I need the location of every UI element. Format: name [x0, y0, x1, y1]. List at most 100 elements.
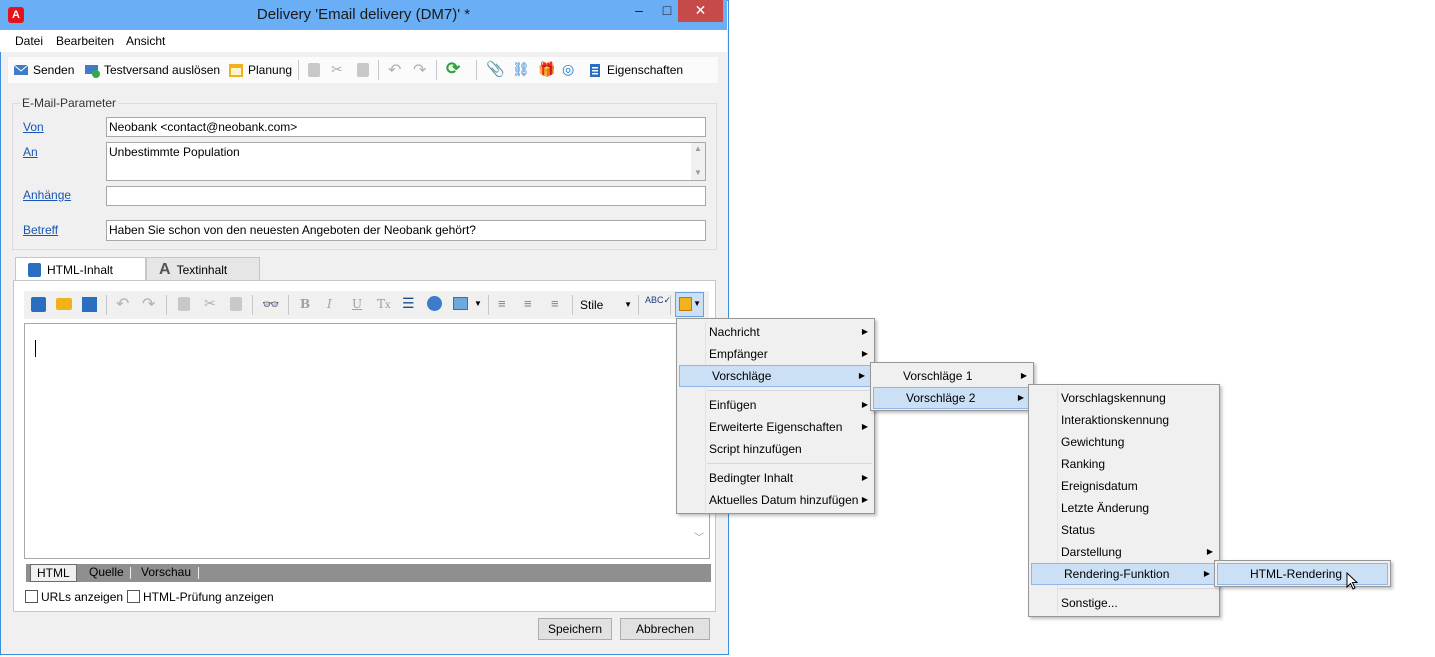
globe-link-icon[interactable]: [427, 296, 442, 311]
menu-item-conditional-content[interactable]: Bedingter Inhalt ▶: [677, 467, 874, 489]
envelope-icon: [13, 64, 29, 75]
styles-select[interactable]: Stile ▼: [576, 295, 635, 315]
bullet-list-icon[interactable]: ☰: [402, 295, 415, 312]
menu-separator: [707, 463, 872, 464]
cancel-button[interactable]: Abbrechen: [620, 618, 710, 640]
menu-item-label: Ereignisdatum: [1061, 479, 1138, 493]
menu-item-recipient[interactable]: Empfänger ▶: [677, 343, 874, 365]
submenu-arrow-icon: ▶: [861, 349, 868, 358]
copy-icon[interactable]: [178, 297, 190, 311]
menu-item-add-script[interactable]: Script hinzufügen: [677, 438, 874, 460]
menu-bearbeiten[interactable]: Bearbeiten: [56, 34, 114, 48]
chevron-down-icon: ▼: [693, 299, 701, 308]
personalization-button[interactable]: ▼: [675, 292, 704, 317]
align-left-icon[interactable]: ≡: [498, 296, 506, 311]
paste-icon[interactable]: [357, 63, 369, 77]
tab-source[interactable]: Quelle: [83, 564, 130, 582]
menu-item-html-rendering[interactable]: HTML-Rendering: [1217, 563, 1388, 585]
menu-item-event-date[interactable]: Ereignisdatum: [1029, 475, 1219, 497]
menu-item-label: Darstellung: [1061, 545, 1122, 559]
close-button[interactable]: ✕: [678, 0, 723, 22]
planning-label: Planung: [248, 63, 293, 77]
image-icon[interactable]: [453, 297, 468, 310]
subject-field[interactable]: Haben Sie schon von den neuesten Angebot…: [106, 220, 706, 241]
menu-item-label: Bedingter Inhalt: [709, 471, 794, 485]
html-editor[interactable]: [24, 323, 710, 559]
menu-item-offers[interactable]: Vorschläge ▶: [679, 365, 872, 387]
menu-item-weight[interactable]: Gewichtung: [1029, 431, 1219, 453]
link-icon[interactable]: ⛓: [512, 61, 530, 78]
to-field[interactable]: Unbestimmte Population: [106, 142, 706, 181]
copy-icon[interactable]: [308, 63, 320, 77]
paste-icon[interactable]: [230, 297, 242, 311]
properties-button[interactable]: Eigenschaften: [587, 62, 683, 78]
from-link[interactable]: Von: [23, 120, 44, 134]
test-send-label: Testversand auslösen: [104, 63, 221, 77]
target-icon[interactable]: ◎: [562, 61, 574, 78]
attachments-link[interactable]: Anhänge: [23, 188, 71, 202]
to-link[interactable]: An: [23, 145, 38, 159]
redo-icon[interactable]: ↷: [142, 294, 155, 314]
menu-item-rendering-function[interactable]: Rendering-Funktion ▶: [1031, 563, 1217, 585]
menu-ansicht[interactable]: Ansicht: [126, 34, 165, 48]
menu-item-offers-2[interactable]: Vorschläge 2 ▶: [873, 387, 1031, 409]
cut-icon[interactable]: ✂: [331, 61, 343, 78]
menu-item-status[interactable]: Status: [1029, 519, 1219, 541]
menu-datei[interactable]: Datei: [15, 34, 43, 48]
planning-button[interactable]: Planung: [228, 62, 292, 78]
align-center-icon[interactable]: ≡: [524, 296, 532, 311]
menu-item-offer-id[interactable]: Vorschlagskennung: [1029, 387, 1219, 409]
undo-icon[interactable]: ↶: [388, 60, 401, 80]
spellcheck-icon[interactable]: ABC✓: [645, 295, 671, 306]
menu-item-add-current-date[interactable]: Aktuelles Datum hinzufügen ▶: [677, 489, 874, 511]
underline-icon[interactable]: U: [352, 297, 362, 311]
text-style-icon[interactable]: Tx: [377, 297, 391, 311]
submenu-arrow-icon: ▶: [861, 422, 868, 431]
menu-item-other[interactable]: Sonstige...: [1029, 592, 1219, 614]
open-folder-icon[interactable]: [56, 298, 72, 310]
gift-icon[interactable]: 🎁: [538, 61, 555, 78]
menu-item-label: Gewichtung: [1061, 435, 1125, 449]
refresh-icon[interactable]: ⟳: [446, 59, 460, 79]
attachment-icon[interactable]: 📎: [486, 60, 505, 78]
tab-html[interactable]: HTML: [30, 564, 77, 582]
menu-item-ranking[interactable]: Ranking: [1029, 453, 1219, 475]
to-field-scrollbar[interactable]: ▲ ▼: [691, 143, 705, 180]
show-urls-checkbox[interactable]: URLs anzeigen: [25, 590, 123, 604]
scroll-down-icon[interactable]: ﹀: [694, 529, 704, 544]
submenu-arrow-icon: ▶: [861, 473, 868, 482]
menu-item-advanced-properties[interactable]: Erweiterte Eigenschaften ▶: [677, 416, 874, 438]
menu-item-representation[interactable]: Darstellung ▶: [1029, 541, 1219, 563]
menu-item-last-modified[interactable]: Letzte Änderung: [1029, 497, 1219, 519]
new-document-icon[interactable]: [31, 297, 46, 312]
image-dropdown-icon[interactable]: ▼: [474, 299, 482, 308]
from-field[interactable]: Neobank <contact@neobank.com>: [106, 117, 706, 137]
tab-text-label: Textinhalt: [176, 262, 228, 277]
tab-text-content[interactable]: A Textinhalt: [146, 257, 260, 281]
save-button[interactable]: Speichern: [538, 618, 612, 640]
cut-icon[interactable]: ✂: [204, 295, 216, 312]
attachments-field[interactable]: [106, 186, 706, 206]
personalization-icon: [679, 297, 692, 311]
redo-icon[interactable]: ↷: [413, 60, 426, 80]
save-disk-icon[interactable]: [82, 297, 97, 312]
italic-icon[interactable]: I: [327, 297, 332, 311]
align-right-icon[interactable]: ≡: [551, 296, 559, 311]
bold-icon[interactable]: B: [300, 297, 310, 311]
menu-item-insert[interactable]: Einfügen ▶: [677, 394, 874, 416]
test-send-button[interactable]: Testversand auslösen: [84, 62, 220, 78]
undo-icon[interactable]: ↶: [116, 294, 129, 314]
subject-link[interactable]: Betreff: [23, 223, 58, 237]
menu-item-message[interactable]: Nachricht ▶: [677, 321, 874, 343]
html-check-checkbox[interactable]: HTML-Prüfung anzeigen: [127, 590, 274, 604]
tab-preview[interactable]: Vorschau: [135, 564, 197, 582]
tab-html-content[interactable]: HTML-Inhalt: [15, 257, 146, 282]
toolbar-separator: [298, 60, 299, 80]
send-button[interactable]: Senden: [13, 62, 74, 78]
toolbar-separator: [106, 295, 107, 315]
binoculars-icon[interactable]: 👓: [262, 296, 279, 313]
scroll-up-icon: ▲: [694, 144, 702, 153]
menu-item-offers-1[interactable]: Vorschläge 1 ▶: [871, 365, 1033, 387]
offers-submenu: Vorschläge 1 ▶ Vorschläge 2 ▶: [870, 362, 1034, 411]
menu-item-interaction-id[interactable]: Interaktionskennung: [1029, 409, 1219, 431]
